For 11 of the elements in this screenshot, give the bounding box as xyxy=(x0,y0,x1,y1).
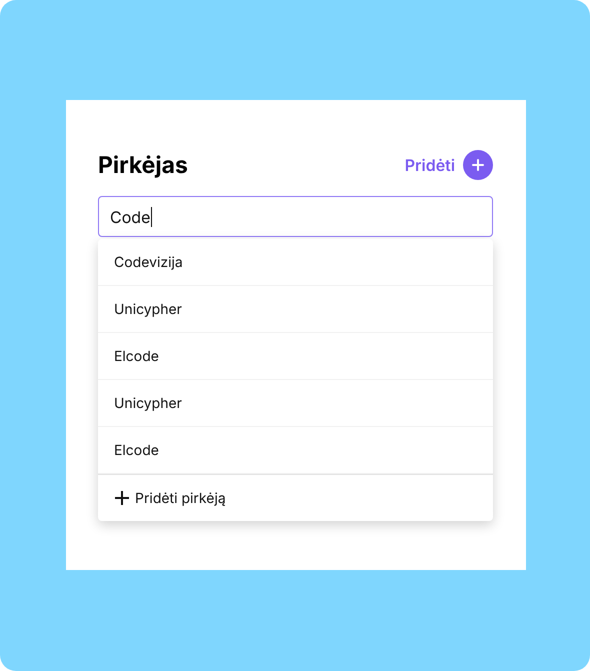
search-field[interactable]: Code xyxy=(98,196,493,237)
title: Pirkėjas xyxy=(98,150,188,180)
add-buyer-button[interactable]: Pridėti pirkėją xyxy=(98,474,493,521)
add-button[interactable]: Pridėti xyxy=(404,150,493,180)
suggestion-item[interactable]: Unicypher xyxy=(98,380,493,427)
suggestion-item[interactable]: Elcode xyxy=(98,333,493,380)
plus-icon xyxy=(115,491,129,505)
plus-icon xyxy=(463,150,493,180)
suggestion-item[interactable]: Unicypher xyxy=(98,286,493,333)
suggestion-item[interactable]: Elcode xyxy=(98,427,493,474)
suggestion-item[interactable]: Codevizija xyxy=(98,239,493,286)
